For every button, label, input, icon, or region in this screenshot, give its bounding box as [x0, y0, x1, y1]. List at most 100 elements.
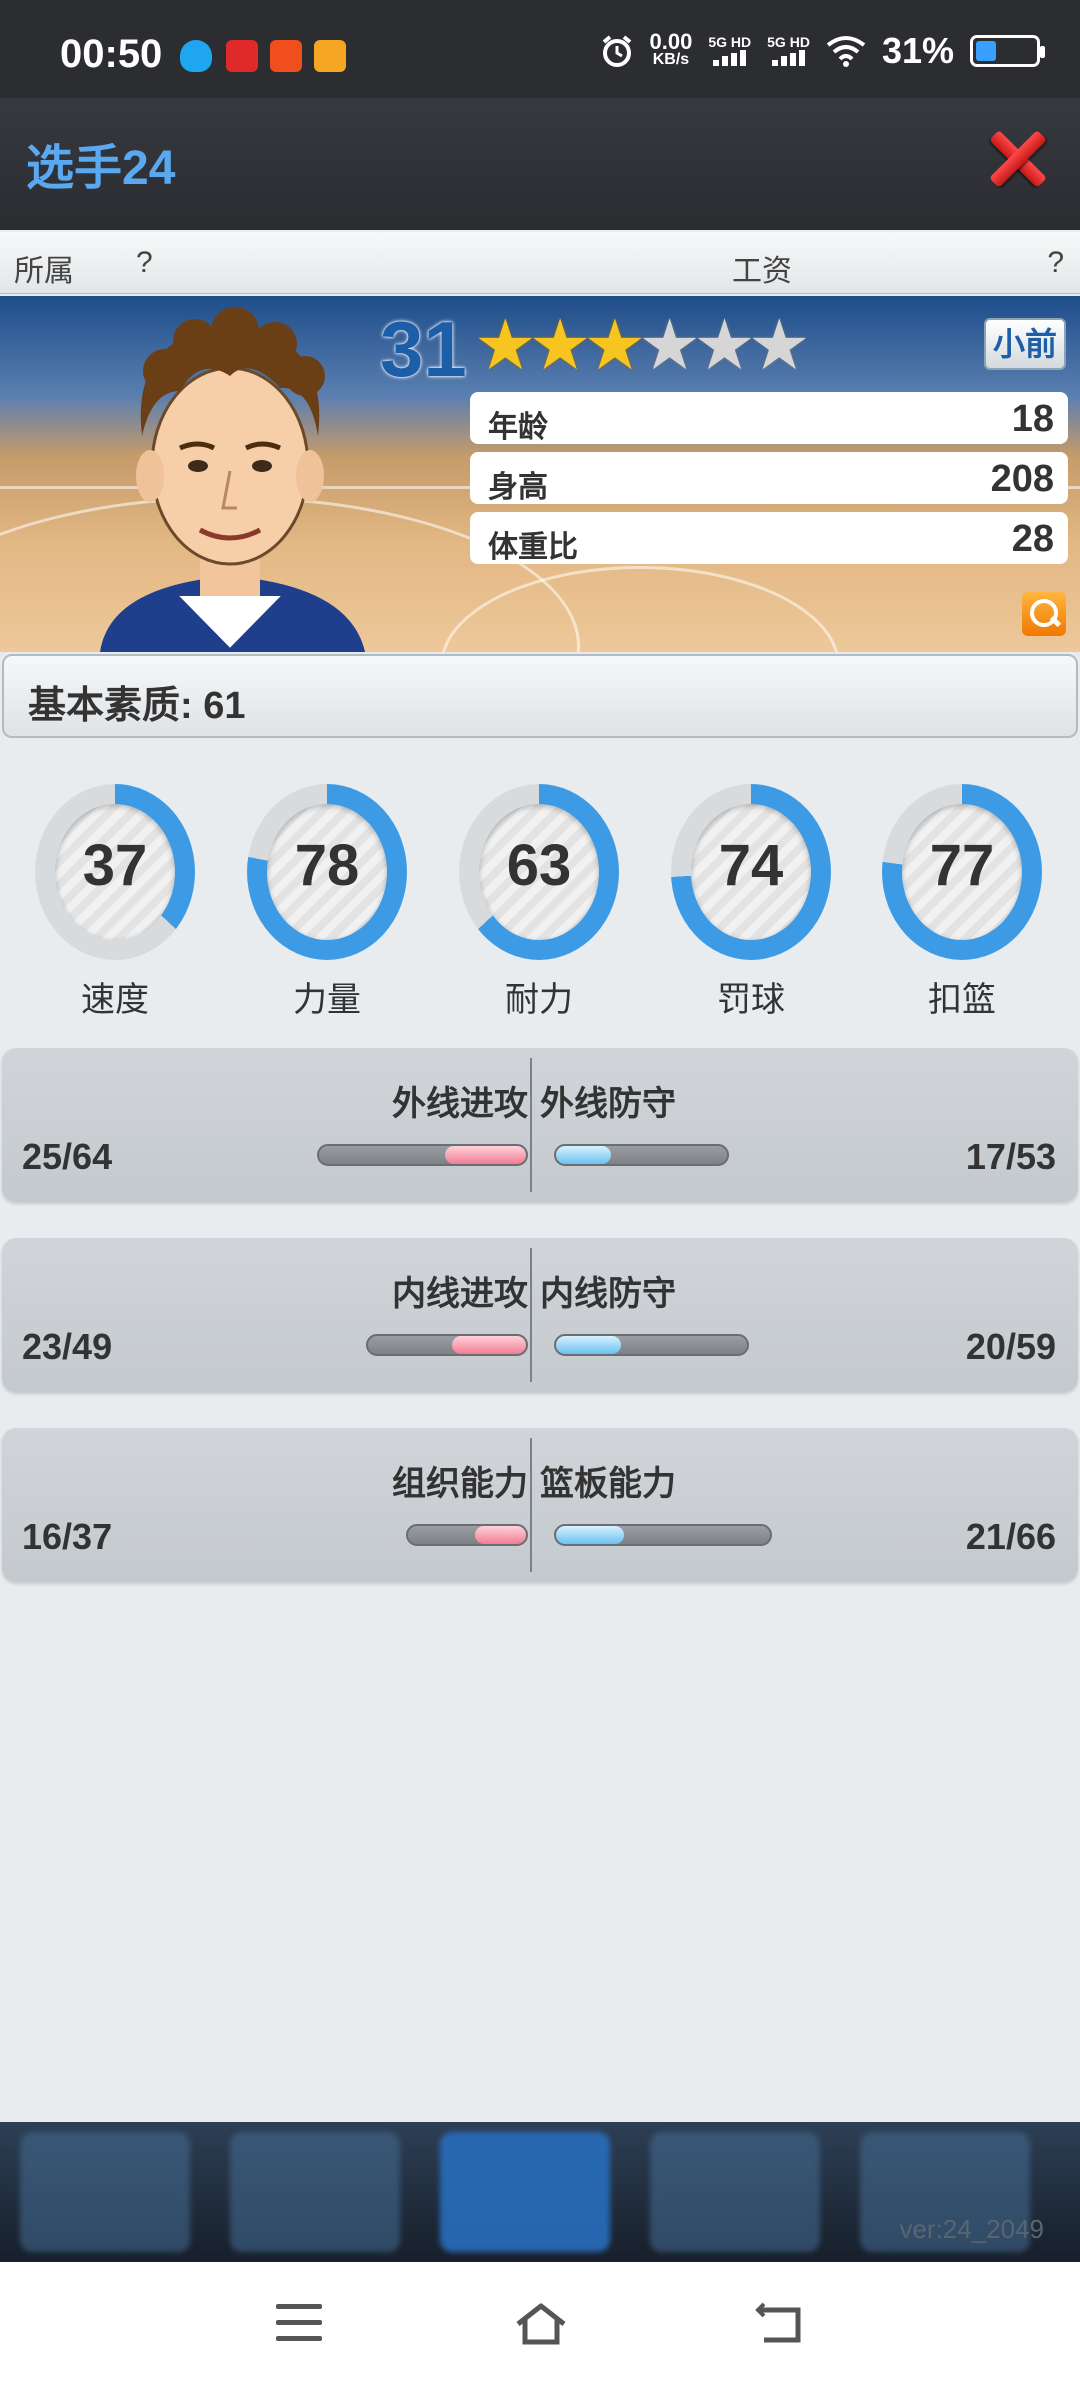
skill-right-title: 篮板能力 [540, 1465, 676, 1503]
salary-label: 工资 [732, 255, 792, 288]
gauge-speed: 37 [35, 784, 195, 964]
skill-left-fill [451, 1336, 526, 1354]
qidian-icon [226, 40, 258, 72]
skill-panel-outside: 外线进攻 外线防守 25/64 17/53 [2, 1048, 1078, 1202]
skill-left-value: 23/49 [22, 1326, 113, 1367]
skill-left-value: 16/37 [22, 1516, 113, 1557]
signal-2-bars-icon [771, 49, 805, 66]
overall-rating: 31 [380, 305, 467, 393]
skill-left-bar [366, 1334, 528, 1356]
attr-value: 28 [1011, 518, 1054, 560]
gauge-label: 扣篮 [928, 981, 996, 1019]
signal-2: 5G HD [767, 34, 810, 69]
star-filled-icon: ★ [474, 306, 537, 384]
info-row: 所属 ? 工资 ? [0, 232, 1080, 294]
gauge-label: 罚球 [717, 981, 785, 1019]
skill-left-title: 组织能力 [392, 1465, 528, 1503]
nav-tab-team[interactable] [20, 2132, 190, 2252]
gauge-strength: 78 [247, 784, 407, 964]
skill-right-bar [554, 1524, 772, 1546]
star-filled-icon: ★ [583, 306, 647, 384]
skill-divider [530, 1438, 532, 1572]
system-nav-bar [0, 2262, 1080, 2388]
signal-1-label: 5G HD [708, 33, 752, 50]
gauge-label: 耐力 [505, 981, 573, 1019]
wifi-icon [826, 36, 866, 67]
net-speed: 0.00 KB/s [649, 29, 693, 69]
gauge-value: 74 [718, 833, 784, 898]
gauge-label: 速度 [81, 981, 149, 1019]
skill-left-title: 内线进攻 [392, 1275, 528, 1313]
star-filled-icon: ★ [528, 306, 592, 384]
title-bar: 选手24 [0, 98, 1080, 230]
salary-value: ? [1047, 246, 1064, 279]
team-value: ? [136, 246, 153, 279]
status-bar: 00:50 0.00 KB/s 5G HD 5G HD 31% [0, 0, 1080, 98]
alarm-icon [602, 35, 631, 67]
search-icon[interactable] [1022, 592, 1066, 636]
gauge-value: 78 [294, 833, 360, 898]
attr-value: 18 [1011, 398, 1054, 440]
skill-right-value: 20/59 [965, 1326, 1056, 1367]
gauge-stamina: 63 [459, 784, 619, 964]
base-quality-bar: 基本素质: 61 [2, 654, 1078, 738]
attr-label: 年龄 [488, 411, 548, 444]
skill-divider [530, 1248, 532, 1382]
skill-panel-inside: 内线进攻 内线防守 23/49 20/59 [2, 1238, 1078, 1392]
gauge-dunk: 77 [882, 784, 1042, 964]
gauge-label: 力量 [293, 981, 361, 1019]
base-quality-text: 基本素质: 61 [28, 685, 246, 727]
gauge-free-throw: 74 [671, 784, 831, 964]
battery-percent: 31% [881, 30, 954, 71]
skill-right-fill [556, 1526, 625, 1544]
signal-1: 5G HD [708, 34, 751, 69]
skill-left-title: 外线进攻 [392, 1085, 528, 1123]
version-label: ver:24_2049 [899, 2214, 1044, 2244]
skill-left-bar [317, 1144, 528, 1166]
gauge-value: 37 [82, 833, 148, 898]
skill-right-fill [556, 1336, 621, 1354]
skill-panel-playmaking: 组织能力 篮板能力 16/37 21/66 [2, 1428, 1078, 1582]
menu-icon[interactable] [276, 2304, 322, 2342]
attr-value: 208 [990, 458, 1054, 500]
game-bottom-nav: ver:24_2049 [0, 2122, 1080, 2262]
gauge-value: 77 [929, 833, 995, 898]
skill-right-value: 21/66 [965, 1516, 1056, 1557]
skill-left-bar [406, 1524, 528, 1546]
player-card: 31 ★★★★★★ 小前 年龄 18 身高 208 体重比 28 [0, 296, 1080, 652]
signal-1-bars-icon [712, 49, 746, 66]
player-avatar [100, 307, 365, 652]
nav-tab-schedule[interactable] [650, 2132, 820, 2252]
attr-row-height: 身高 208 [470, 452, 1068, 504]
home-icon[interactable] [514, 2302, 568, 2346]
back-icon[interactable] [754, 2302, 804, 2346]
net-speed-unit: KB/s [652, 51, 690, 68]
skill-left-fill [474, 1526, 526, 1544]
attr-label: 体重比 [488, 531, 578, 564]
nav-tab-finance[interactable] [230, 2132, 400, 2252]
status-time: 00:50 [60, 32, 163, 76]
skill-divider [530, 1058, 532, 1192]
signal-2-label: 5G HD [767, 33, 810, 50]
weibo-icon [314, 40, 346, 72]
skill-left-fill [445, 1146, 526, 1164]
star-rating: ★★★★★★ [474, 310, 811, 380]
team-label: 所属 [14, 255, 74, 288]
position-badge[interactable]: 小前 [984, 318, 1066, 370]
taobao-icon [270, 40, 302, 72]
qq-icon [180, 40, 212, 72]
skill-left-value: 25/64 [22, 1136, 113, 1177]
skill-right-bar [554, 1334, 749, 1356]
skill-right-title: 外线防守 [540, 1085, 676, 1123]
skill-right-fill [556, 1146, 611, 1164]
star-empty-icon: ★ [638, 306, 701, 384]
attr-row-age: 年龄 18 [470, 392, 1068, 444]
nav-tab-players[interactable] [440, 2132, 610, 2252]
skill-right-title: 内线防守 [540, 1275, 676, 1313]
close-icon[interactable] [986, 126, 1050, 190]
attr-row-weight: 体重比 28 [470, 512, 1068, 564]
attr-label: 身高 [488, 471, 548, 504]
skill-right-bar [554, 1144, 729, 1166]
page-title: 选手24 [26, 142, 176, 195]
net-speed-value: 0.00 [649, 29, 693, 54]
